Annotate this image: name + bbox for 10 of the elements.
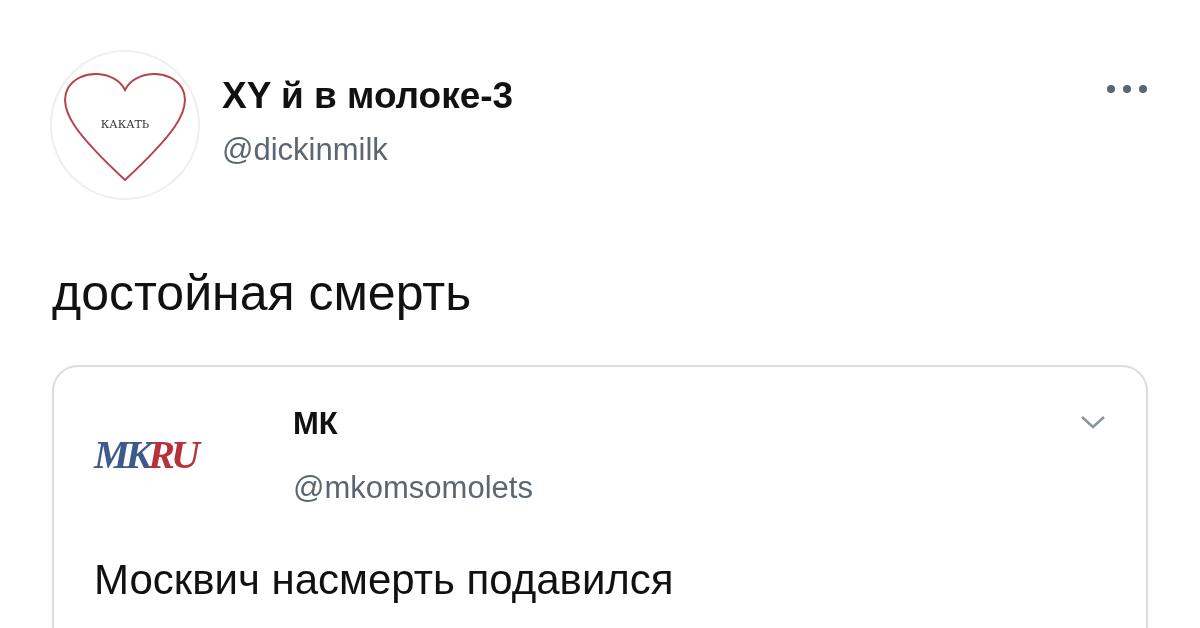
user-handle: @dickinmilk: [222, 132, 389, 167]
user-name: XY й в молоке-3: [222, 76, 515, 117]
user-name: МК: [293, 407, 339, 442]
avatar-label: КАКАТЬ: [100, 116, 150, 133]
user-handle: @mkomsomolets: [293, 471, 534, 506]
tweet-text: достойная смерть: [52, 266, 473, 321]
logo: MKRU: [94, 407, 269, 485]
avatar[interactable]: КАКАТЬ: [52, 52, 198, 198]
chevron-down-icon[interactable]: [1080, 415, 1106, 429]
quoted-tweet-text: Москвич насмерть подавился: [94, 557, 675, 604]
